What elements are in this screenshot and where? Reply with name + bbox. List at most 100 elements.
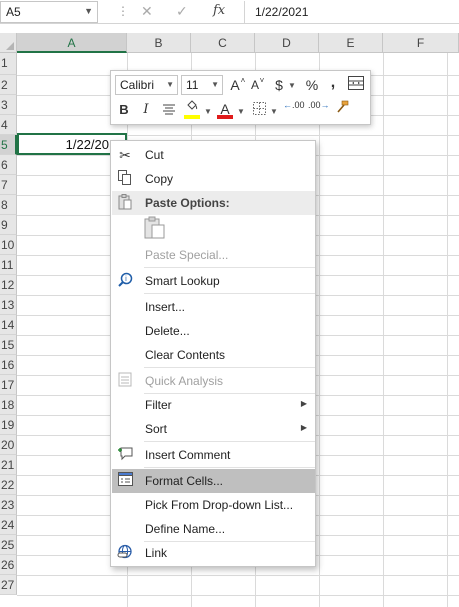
menu-item-delete[interactable]: Delete... [112, 319, 315, 343]
row-header-15[interactable]: 15 [0, 335, 17, 355]
menu-item-quick-analysis: Quick Analysis [112, 369, 315, 393]
chevron-down-icon[interactable]: ▼ [166, 80, 174, 89]
column-header-b[interactable]: B [127, 33, 191, 53]
row-header-18[interactable]: 18 [0, 395, 17, 415]
italic-button[interactable]: I [139, 100, 153, 120]
row-header-27[interactable]: 27 [0, 575, 17, 595]
gridline [383, 53, 384, 607]
menu-item-cut[interactable]: ✂ Cut [112, 143, 315, 167]
menu-item-insert-comment[interactable]: Insert Comment [112, 443, 315, 467]
menu-separator [144, 267, 315, 268]
row-header-19[interactable]: 19 [0, 415, 17, 435]
chevron-down-icon[interactable]: ▼ [204, 107, 212, 116]
row-header-2[interactable]: 2 [0, 75, 17, 95]
menu-item-label: Link [145, 546, 168, 560]
caret-up-icon: ˄ [240, 76, 246, 85]
gridline [17, 595, 459, 596]
menu-item-clear-contents[interactable]: Clear Contents [112, 343, 315, 367]
menu-separator [144, 293, 315, 294]
row-header-8[interactable]: 8 [0, 195, 17, 215]
copy-icon [116, 170, 134, 188]
row-header-7[interactable]: 7 [0, 175, 17, 195]
menu-item-label: Copy [145, 172, 174, 186]
row-header-16[interactable]: 16 [0, 355, 17, 375]
row-header-24[interactable]: 24 [0, 515, 17, 535]
select-all-button[interactable] [0, 33, 17, 53]
cancel-icon[interactable]: ✕ [141, 3, 153, 20]
currency-button[interactable]: $ [272, 75, 286, 95]
chevron-down-icon[interactable]: ▼ [211, 80, 219, 89]
link-icon [116, 544, 134, 562]
menu-item-copy[interactable]: Copy [112, 167, 315, 191]
row-header-10[interactable]: 10 [0, 235, 17, 255]
paste-icon[interactable] [144, 216, 166, 240]
formula-input[interactable]: 1/22/2021 [244, 1, 459, 23]
decrease-decimal-button[interactable]: .00→ [308, 100, 330, 120]
menu-item-sort[interactable]: Sort ▶ [112, 417, 315, 441]
menu-separator [144, 367, 315, 368]
row-header-22[interactable]: 22 [0, 475, 17, 495]
row-header-26[interactable]: 26 [0, 555, 17, 575]
bold-button[interactable]: B [117, 100, 131, 120]
row-header-13[interactable]: 13 [0, 295, 17, 315]
row-header-6[interactable]: 6 [0, 155, 17, 175]
row-header-23[interactable]: 23 [0, 495, 17, 515]
column-header-d[interactable]: D [255, 33, 319, 53]
menu-item-filter[interactable]: Filter ▶ [112, 393, 315, 417]
font-name-select[interactable]: Calibri ▼ [115, 75, 178, 95]
menu-item-format-cells[interactable]: Format Cells... [112, 469, 315, 493]
menu-separator [144, 467, 315, 468]
context-menu: ✂ Cut Copy Paste Options: Paste Special.… [110, 140, 316, 567]
insert-function-button[interactable]: fx [213, 3, 225, 18]
row-header-20[interactable]: 20 [0, 435, 17, 455]
comment-icon [116, 446, 134, 464]
row-header-1[interactable]: 1 [0, 53, 17, 75]
row-header-25[interactable]: 25 [0, 535, 17, 555]
menu-item-smart-lookup[interactable]: i Smart Lookup [112, 269, 315, 293]
column-header-f[interactable]: F [383, 33, 459, 53]
column-header-e[interactable]: E [319, 33, 383, 53]
chevron-down-icon[interactable]: ▼ [270, 107, 278, 116]
percent-button[interactable]: % [304, 75, 320, 95]
row-header-11[interactable]: 11 [0, 255, 17, 275]
drag-handle-icon[interactable]: ⋮ [117, 4, 129, 18]
menu-item-label: Cut [145, 148, 164, 162]
check-icon[interactable]: ✓ [176, 3, 188, 20]
cell-value: 1/22/20 [65, 137, 109, 152]
chevron-down-icon[interactable]: ▼ [237, 107, 245, 116]
menu-item-define-name[interactable]: Define Name... [112, 517, 315, 541]
menu-item-pick-from-dropdown[interactable]: Pick From Drop-down List... [112, 493, 315, 517]
name-box[interactable]: A5 ▼ [0, 1, 98, 23]
row-header-14[interactable]: 14 [0, 315, 17, 335]
borders-icon[interactable] [251, 101, 267, 121]
row-header-12[interactable]: 12 [0, 275, 17, 295]
menu-item-paste-options: Paste Options: [112, 191, 315, 215]
align-center-icon[interactable] [161, 101, 177, 121]
increase-decimal-button[interactable]: ←.00 [283, 100, 305, 120]
row-header-3[interactable]: 3 [0, 95, 17, 115]
column-header-c[interactable]: C [191, 33, 255, 53]
merge-center-icon[interactable] [347, 76, 365, 96]
font-color-swatch [217, 115, 233, 119]
row-header-9[interactable]: 9 [0, 215, 17, 235]
menu-item-label: Insert... [145, 300, 186, 314]
arrow-left-icon: ← [283, 100, 292, 110]
comma-style-button[interactable]: , [328, 73, 338, 93]
format-cells-icon [116, 472, 134, 490]
row-header-4[interactable]: 4 [0, 115, 17, 135]
format-painter-icon[interactable] [333, 100, 351, 120]
font-size-value: 11 [186, 78, 199, 92]
menu-item-label: Sort [145, 422, 168, 436]
column-header-a[interactable]: A [17, 33, 127, 53]
font-size-select[interactable]: 11 ▼ [181, 75, 223, 95]
row-header-17[interactable]: 17 [0, 375, 17, 395]
menu-item-insert[interactable]: Insert... [112, 295, 315, 319]
scissors-icon: ✂ [119, 147, 131, 163]
row-header-5[interactable]: 5 [0, 135, 17, 155]
row-header-21[interactable]: 21 [0, 455, 17, 475]
caret-down-icon: ˅ [259, 76, 265, 85]
chevron-down-icon[interactable]: ▼ [84, 6, 93, 16]
name-box-value: A5 [6, 5, 21, 19]
chevron-down-icon[interactable]: ▼ [288, 81, 296, 90]
menu-item-link[interactable]: Link [112, 541, 315, 565]
